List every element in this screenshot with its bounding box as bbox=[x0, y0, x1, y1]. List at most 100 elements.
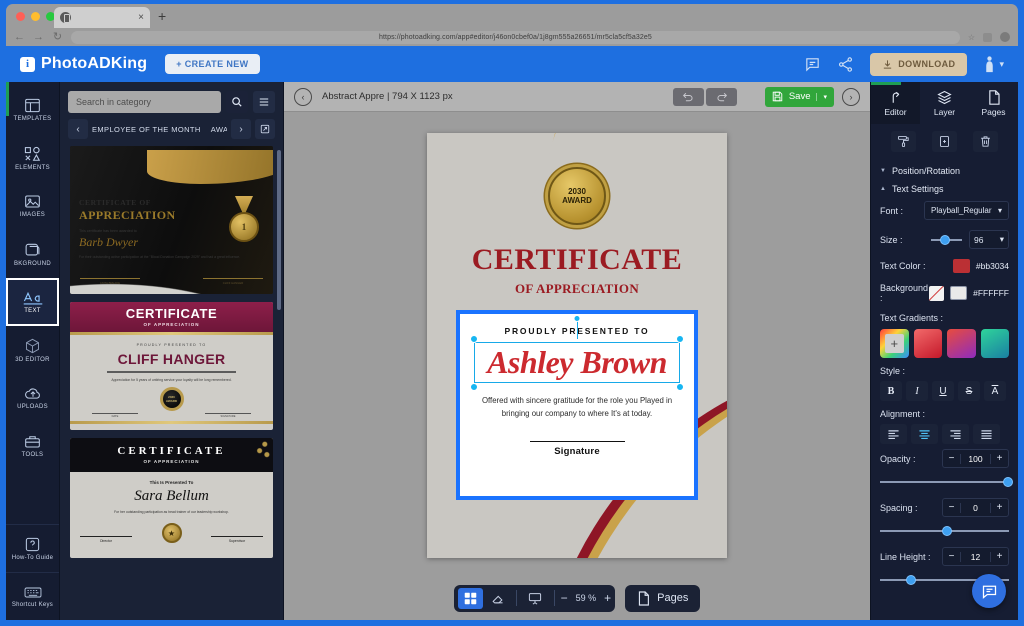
sidebar-item-images[interactable]: IMAGES bbox=[6, 182, 59, 230]
save-dropdown-caret[interactable]: ▾ bbox=[816, 92, 827, 101]
close-window-button[interactable] bbox=[16, 12, 25, 21]
template-list[interactable]: 1 CERTIFICATE OF APPRECIATION This certi… bbox=[60, 146, 283, 620]
sidebar-item-background[interactable]: BKGROUND bbox=[6, 230, 59, 278]
new-tab-button[interactable]: + bbox=[158, 9, 166, 23]
list-item[interactable]: CERTIFICATE OF APPRECIATION This Is Pres… bbox=[70, 438, 273, 558]
line-height-increment[interactable]: + bbox=[991, 551, 1008, 562]
comment-icon[interactable] bbox=[804, 56, 821, 73]
recipient-name[interactable]: Ashley Brown bbox=[474, 346, 680, 378]
background-color-swatch[interactable] bbox=[950, 286, 968, 300]
zoom-in-button[interactable]: + bbox=[604, 591, 611, 605]
close-tab-icon[interactable]: × bbox=[138, 12, 144, 23]
align-justify-button[interactable] bbox=[973, 424, 1000, 444]
align-center-button[interactable] bbox=[911, 424, 938, 444]
address-bar[interactable]: https://photoadking.com/app#editor/j46on… bbox=[71, 30, 960, 44]
category-item-1[interactable]: AWAR bbox=[211, 125, 227, 134]
line-height-decrement[interactable]: − bbox=[943, 551, 960, 562]
extension-icon[interactable] bbox=[983, 32, 992, 42]
category-expand-button[interactable] bbox=[255, 119, 275, 139]
opacity-increment[interactable]: + bbox=[991, 453, 1008, 464]
certificate-document[interactable]: 2030 AWARD CERTIFICATE OF APPRECIATION P… bbox=[427, 133, 727, 558]
presented-to-label[interactable]: PROUDLY PRESENTED TO bbox=[460, 326, 694, 336]
underline-button[interactable]: U bbox=[932, 381, 954, 401]
redo-button[interactable] bbox=[705, 87, 737, 106]
certificate-title[interactable]: CERTIFICATE bbox=[427, 243, 727, 277]
tab-layer[interactable]: Layer bbox=[920, 82, 969, 124]
paint-roller-button[interactable] bbox=[891, 131, 916, 152]
list-view-button[interactable] bbox=[253, 91, 275, 113]
background-control[interactable]: #FFFFFF bbox=[929, 285, 1009, 301]
sidebar-item-shortcut-keys[interactable]: Shortcut Keys bbox=[6, 572, 59, 620]
opacity-stepper[interactable]: − 100 + bbox=[942, 449, 1009, 468]
tab-pages[interactable]: Pages bbox=[969, 82, 1018, 124]
list-item[interactable]: 1 CERTIFICATE OF APPRECIATION This certi… bbox=[70, 146, 273, 294]
recipient-name-selection[interactable]: Ashley Brown bbox=[470, 315, 684, 391]
size-value-select[interactable]: 96 ▾ bbox=[969, 230, 1009, 249]
category-item-0[interactable]: EMPLOYEE OF THE MONTH bbox=[92, 125, 201, 134]
size-slider[interactable] bbox=[931, 233, 962, 247]
duplicate-button[interactable] bbox=[932, 131, 957, 152]
spacing-increment[interactable]: + bbox=[991, 502, 1008, 513]
spacing-slider[interactable] bbox=[880, 524, 1009, 538]
brand-logo[interactable]: i PhotoADKing bbox=[20, 55, 147, 73]
add-gradient-button[interactable]: + bbox=[880, 329, 909, 358]
opacity-slider[interactable] bbox=[880, 475, 1013, 489]
align-left-button[interactable] bbox=[880, 424, 907, 444]
sidebar-item-3d-editor[interactable]: 3D EDITOR bbox=[6, 326, 59, 374]
text-color-control[interactable]: #bb3034 bbox=[952, 259, 1009, 273]
user-avatar[interactable]: ▾ bbox=[983, 55, 1004, 74]
expand-right-panel-button[interactable]: › bbox=[842, 87, 860, 106]
zoom-out-button[interactable]: − bbox=[561, 591, 568, 605]
sidebar-item-templates[interactable]: TEMPLATES bbox=[6, 86, 59, 134]
chat-support-button[interactable] bbox=[972, 574, 1006, 608]
minimize-window-button[interactable] bbox=[31, 12, 40, 21]
resize-handle-bottom-right[interactable] bbox=[676, 383, 684, 391]
section-position-rotation[interactable]: ▼ Position/Rotation bbox=[871, 160, 1018, 178]
slider-knob[interactable] bbox=[940, 234, 951, 245]
sidebar-item-how-to-guide[interactable]: How-To Guide bbox=[6, 524, 59, 572]
gradient-swatch-2[interactable] bbox=[947, 329, 976, 358]
download-button[interactable]: DOWNLOAD bbox=[870, 52, 968, 76]
certificate-subtitle[interactable]: OF APPRECIATION bbox=[427, 281, 727, 297]
italic-button[interactable]: I bbox=[906, 381, 928, 401]
canvas-stage[interactable]: 2030 AWARD CERTIFICATE OF APPRECIATION P… bbox=[284, 112, 870, 576]
forward-icon[interactable]: → bbox=[33, 31, 44, 43]
grid-view-button[interactable] bbox=[457, 587, 483, 609]
undo-button[interactable] bbox=[672, 87, 704, 106]
category-next-button[interactable]: › bbox=[231, 119, 251, 139]
slider-knob[interactable] bbox=[1003, 477, 1013, 487]
bold-button[interactable]: B bbox=[880, 381, 902, 401]
gradient-swatch-1[interactable] bbox=[913, 329, 942, 358]
delete-button[interactable] bbox=[973, 131, 998, 152]
browser-tab[interactable]: × bbox=[54, 7, 150, 28]
bookmark-star-icon[interactable]: ☆ bbox=[968, 33, 975, 42]
sidebar-item-uploads[interactable]: UPLOADS bbox=[6, 374, 59, 422]
category-prev-button[interactable]: ‹ bbox=[68, 119, 88, 139]
pages-button[interactable]: Pages bbox=[625, 584, 701, 612]
create-new-button[interactable]: + CREATE NEW bbox=[165, 54, 260, 74]
align-right-button[interactable] bbox=[942, 424, 969, 444]
window-traffic-lights[interactable] bbox=[16, 12, 55, 21]
resize-handle-top-left[interactable] bbox=[470, 335, 478, 343]
reload-icon[interactable]: ↻ bbox=[52, 31, 63, 43]
sidebar-item-tools[interactable]: TOOLS bbox=[6, 422, 59, 470]
present-button[interactable] bbox=[523, 588, 548, 609]
search-button[interactable] bbox=[226, 91, 248, 113]
signature-label[interactable]: Signature bbox=[460, 446, 694, 457]
line-height-stepper[interactable]: − 12 + bbox=[942, 547, 1009, 566]
certificate-inner-panel[interactable]: PROUDLY PRESENTED TO Ashley Brown Offere… bbox=[456, 310, 698, 500]
save-button[interactable]: Save ▾ bbox=[764, 86, 834, 107]
share-icon[interactable] bbox=[837, 56, 854, 73]
resize-handle-top-right[interactable] bbox=[676, 335, 684, 343]
slider-knob[interactable] bbox=[941, 526, 952, 536]
browser-profile-avatar[interactable] bbox=[1000, 32, 1010, 42]
strikethrough-button[interactable]: S bbox=[958, 381, 980, 401]
slider-knob[interactable] bbox=[905, 575, 916, 585]
tab-editor[interactable]: Editor bbox=[871, 82, 920, 124]
collapse-panel-button[interactable]: ‹ bbox=[294, 87, 312, 106]
font-select[interactable]: Playball_Regular ▾ bbox=[924, 201, 1009, 220]
sidebar-item-elements[interactable]: ELEMENTS bbox=[6, 134, 59, 182]
spacing-decrement[interactable]: − bbox=[943, 502, 960, 513]
section-text-settings[interactable]: ▲ Text Settings bbox=[871, 178, 1018, 196]
award-badge-icon[interactable]: 2030 AWARD bbox=[548, 167, 606, 225]
